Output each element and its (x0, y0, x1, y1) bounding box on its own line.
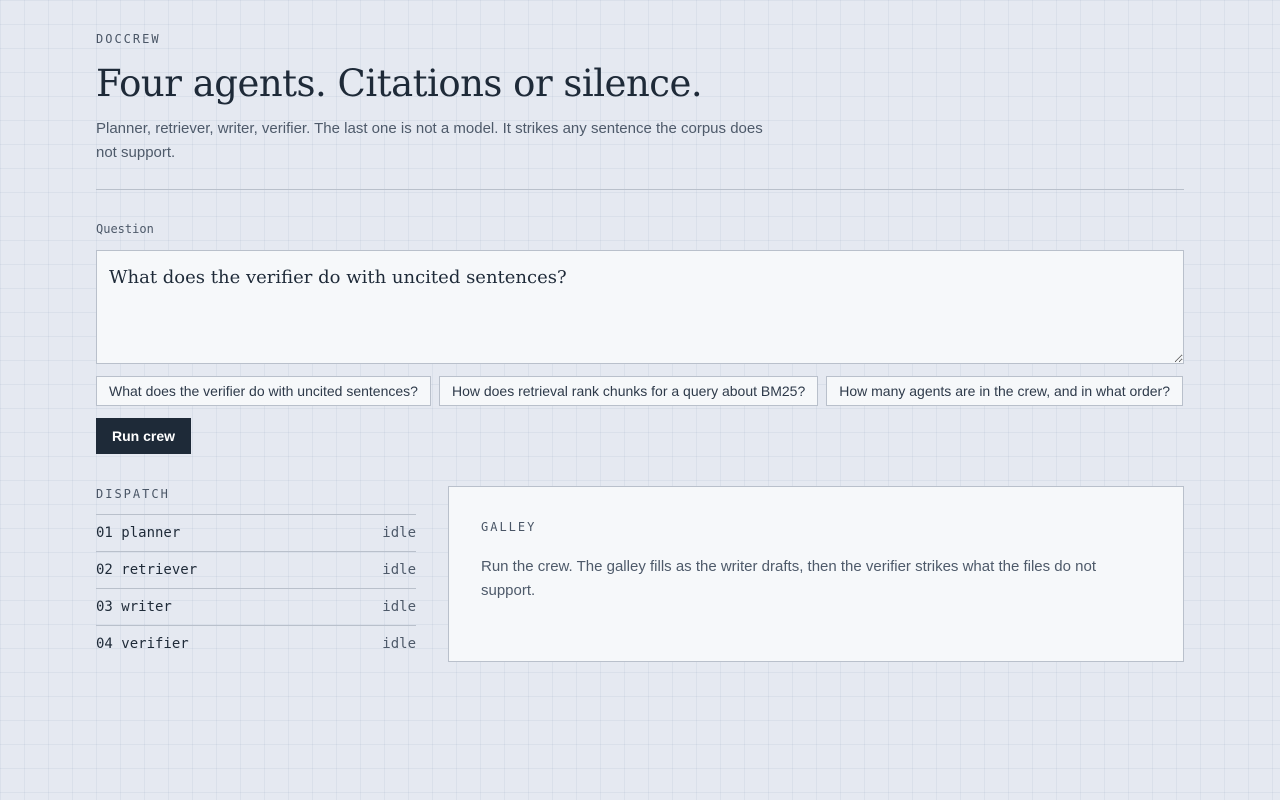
suggestion-chip-agents[interactable]: How many agents are in the crew, and in … (826, 376, 1183, 406)
agent-row-writer: 03 writer idle (96, 589, 416, 626)
agent-name: 03 writer (96, 599, 172, 615)
dispatch-panel: DISPATCH 01 planner idle 02 retriever id… (96, 486, 416, 662)
agent-row-retriever: 02 retriever idle (96, 552, 416, 589)
agent-status: idle (382, 525, 416, 541)
agent-name: 04 verifier (96, 636, 189, 652)
galley-title: GALLEY (481, 520, 537, 534)
agent-row-verifier: 04 verifier idle (96, 626, 416, 662)
run-crew-button[interactable]: Run crew (96, 418, 192, 454)
agent-name: 02 retriever (96, 562, 198, 578)
brand-wordmark: DOCCREW (96, 32, 161, 46)
agent-list: 01 planner idle 02 retriever idle 03 wri… (96, 514, 416, 662)
dispatch-title: DISPATCH (96, 487, 170, 501)
galley-panel: GALLEY Run the crew. The galley fills as… (448, 486, 1184, 662)
question-label: Question (96, 222, 154, 236)
suggestion-chips: What does the verifier do with uncited s… (96, 376, 1183, 406)
galley-placeholder-text: Run the crew. The galley fills as the wr… (481, 558, 1097, 599)
agent-row-planner: 01 planner idle (96, 515, 416, 552)
suggestion-chip-verifier[interactable]: What does the verifier do with uncited s… (96, 376, 431, 406)
page-subtitle: Planner, retriever, writer, verifier. Th… (96, 120, 763, 161)
question-input[interactable]: What does the verifier do with uncited s… (96, 250, 1184, 364)
agent-status: idle (382, 636, 416, 652)
suggestion-chip-retrieval[interactable]: How does retrieval rank chunks for a que… (438, 376, 819, 406)
agent-status: idle (382, 562, 416, 578)
agent-name: 01 planner (96, 525, 181, 541)
agent-status: idle (382, 599, 416, 615)
section-divider (96, 189, 1184, 190)
page-title: Four agents. Citations or silence. (96, 62, 703, 105)
